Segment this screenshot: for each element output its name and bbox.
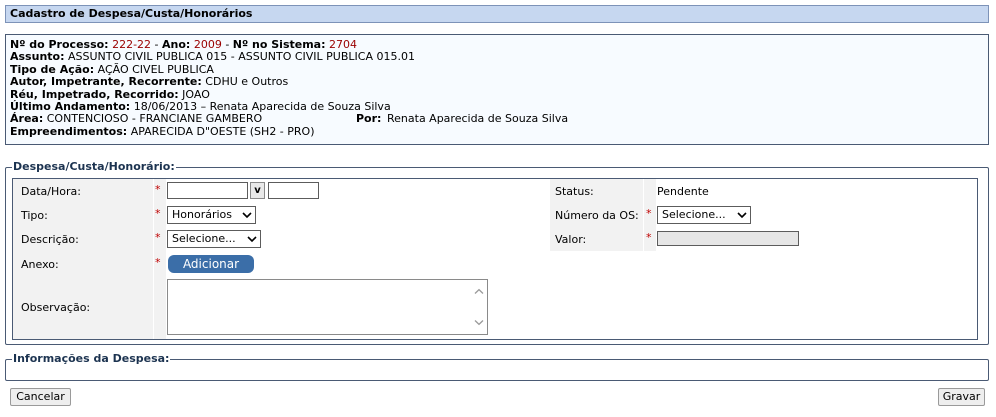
chevron-down-icon [737, 212, 747, 219]
description-required-mark: * [155, 231, 161, 244]
calendar-button[interactable]: v [250, 182, 265, 199]
process-number-value: 222-22 [112, 38, 152, 51]
observation-label: Observação: [21, 301, 91, 314]
page-title: Cadastro de Despesa/Custa/Honorários [5, 5, 989, 23]
cancel-button[interactable]: Cancelar [10, 388, 71, 406]
amount-input[interactable] [657, 231, 799, 246]
area-label: Área: [10, 112, 44, 126]
os-number-select-value: Selecione... [662, 208, 726, 221]
description-label: Descrição: [21, 233, 79, 246]
chevron-down-icon [247, 236, 257, 243]
expense-info-legend: Informações da Despesa: [12, 352, 171, 365]
status-label: Status: [555, 185, 594, 198]
expense-fieldset-legend: Despesa/Custa/Honorário: [12, 160, 176, 173]
type-select[interactable]: Honorários [167, 206, 256, 224]
type-required-mark: * [155, 207, 161, 220]
time-input[interactable] [268, 182, 319, 199]
expense-form-grid: Data/Hora: * v Status: Pendente Tipo: * … [12, 178, 978, 340]
subject-value: ASSUNTO CIVIL PUBLICA 015 - ASSUNTO CIVI… [67, 50, 415, 64]
amount-label: Valor: [555, 233, 587, 246]
system-number-label: Nº no Sistema: [232, 38, 326, 51]
developments-row: Empreendimentos: APARECIDA D"OESTE (SH2 … [10, 124, 984, 138]
area-value: CONTENCIOSO - FRANCIANE GAMBERO [46, 112, 263, 126]
system-number-value: 2704 [329, 38, 357, 51]
by-value: Renata Aparecida de Souza Silva [387, 112, 569, 126]
observation-textarea[interactable] [167, 279, 488, 335]
expense-fieldset: Despesa/Custa/Honorário: Data/Hora: * v … [5, 160, 989, 345]
action-type-label: Tipo de Ação: [10, 62, 95, 76]
developments-value: APARECIDA D"OESTE (SH2 - PRO) [130, 124, 315, 138]
type-label: Tipo: [21, 209, 48, 222]
year-value: 2009 [193, 38, 222, 51]
area-row: Área: CONTENCIOSO - FRANCIANE GAMBERO Po… [10, 112, 984, 126]
subject-label: Assunto: [10, 50, 65, 64]
by-label: Por: [356, 112, 382, 126]
process-number-label: Nº do Processo: [10, 38, 109, 51]
developments-label: Empreendimentos: [10, 124, 128, 138]
chevron-down-icon [242, 212, 252, 219]
last-progress-value: 18/06/2013 – Renata Aparecida de Souza S… [133, 100, 391, 114]
type-select-value: Honorários [172, 208, 233, 221]
textarea-scrollbar[interactable] [471, 280, 487, 334]
add-attachment-button[interactable]: Adicionar [168, 255, 254, 273]
action-type-value: AÇÃO CIVEL PUBLICA [97, 62, 214, 76]
description-select[interactable]: Selecione... [167, 230, 261, 248]
date-time-required-mark: * [155, 183, 161, 196]
os-required-mark: * [646, 207, 652, 220]
year-label: Ano: [162, 38, 191, 51]
attachment-label: Anexo: [21, 258, 59, 271]
last-progress-label: Último Andamento: [10, 100, 131, 114]
save-button[interactable]: Gravar [938, 388, 985, 406]
defendant-label: Réu, Impetrado, Recorrido: [10, 87, 179, 101]
defendant-value: JOAO [182, 87, 210, 101]
plaintiff-label: Autor, Impetrante, Recorrente: [10, 75, 202, 89]
date-input[interactable] [167, 182, 248, 199]
expense-info-fieldset: Informações da Despesa: [5, 352, 989, 381]
os-number-select[interactable]: Selecione... [657, 206, 751, 224]
plaintiff-value: CDHU e Outros [205, 75, 289, 89]
date-time-label: Data/Hora: [21, 185, 81, 198]
attachment-required-mark: * [155, 256, 161, 269]
process-info-panel: Nº do Processo: 222-22 - Ano: 2009 - Nº … [5, 34, 989, 145]
amount-required-mark: * [646, 231, 652, 244]
description-select-value: Selecione... [172, 232, 236, 245]
status-value: Pendente [657, 185, 709, 198]
os-number-label: Número da OS: [555, 209, 639, 222]
